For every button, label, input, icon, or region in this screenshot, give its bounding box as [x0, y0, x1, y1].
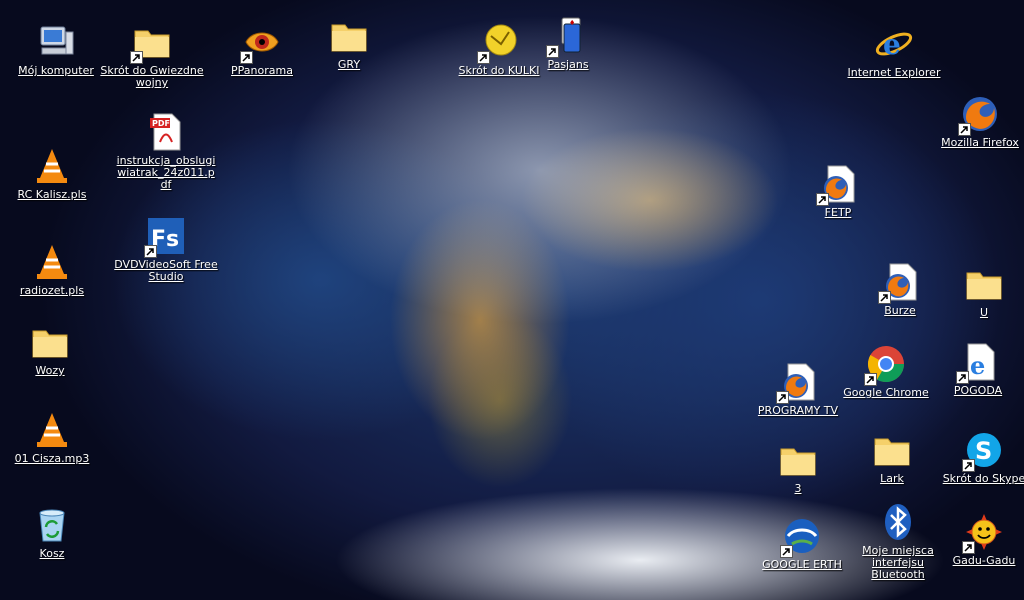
- desktop-icon-dvdvideosoft[interactable]: Fs DVDVideoSoft Free Studio: [114, 216, 218, 283]
- desktop-icon-label: Google Chrome: [843, 386, 929, 399]
- desktop-icon-label: POGODA: [953, 384, 1003, 397]
- computer-icon: [36, 22, 76, 62]
- desktop-icon-gadu-gadu[interactable]: Gadu-Gadu: [932, 512, 1024, 567]
- shortcut-arrow-icon: [816, 193, 829, 206]
- desktop-icon-pdf-instrukcja[interactable]: PDF instrukcja_obslugi wiatrak_24z011.pd…: [114, 112, 218, 191]
- desktop-icon-label: Lark: [880, 472, 904, 485]
- desktop-icon-recycle-bin[interactable]: Kosz: [0, 505, 104, 560]
- shortcut-arrow-icon: [477, 51, 490, 64]
- firefox-document-icon: [816, 164, 858, 206]
- pdf-icon: PDF: [146, 112, 186, 152]
- desktop-icon-fetp[interactable]: FETP: [786, 164, 890, 219]
- desktop-icon-label: Gadu-Gadu: [952, 554, 1016, 567]
- desktop-icon-label: Skrót do Gwiezdne wojny: [100, 64, 204, 89]
- recycle-bin-icon: [32, 505, 72, 545]
- desktop-icon-skype-shortcut[interactable]: S Skrót do Skype: [932, 430, 1024, 485]
- desktop-icon-pasjans[interactable]: ♦ Pasjans: [516, 16, 620, 71]
- fs-app-icon: Fs: [144, 216, 186, 258]
- desktop-icon-label: radiozet.pls: [19, 284, 85, 297]
- folder-icon: [778, 440, 818, 480]
- shortcut-arrow-icon: [240, 51, 253, 64]
- desktop-icon-wozy-folder[interactable]: Wozy: [0, 322, 102, 377]
- shortcut-arrow-icon: [144, 245, 157, 258]
- desktop-icon-label: Kosz: [39, 547, 65, 560]
- shortcut-arrow-icon: [958, 123, 971, 136]
- skype-icon: S: [962, 430, 1004, 472]
- desktop-icon-lark-folder[interactable]: Lark: [840, 430, 944, 485]
- desktop-icon-label: Pasjans: [547, 58, 589, 71]
- svg-text:PDF: PDF: [152, 119, 170, 128]
- svg-text:e: e: [883, 28, 901, 61]
- desktop-icon-pogoda[interactable]: e POGODA: [926, 342, 1024, 397]
- shortcut-arrow-icon: [130, 51, 143, 64]
- desktop-icon-firefox[interactable]: Mozilla Firefox: [928, 94, 1024, 149]
- google-earth-icon: [780, 516, 822, 558]
- desktop-icon-folder-3[interactable]: 3: [746, 440, 850, 495]
- desktop-icon-label: Internet Explorer: [847, 66, 941, 79]
- bluetooth-icon: [878, 502, 918, 542]
- desktop-icon-u-folder[interactable]: U: [932, 264, 1024, 319]
- panorama-icon: [240, 22, 282, 64]
- desktop-icon-label: U: [979, 306, 989, 319]
- svg-text:S: S: [975, 437, 992, 465]
- desktop-icon-internet-explorer[interactable]: e Internet Explorer: [842, 24, 946, 79]
- desktop-icon-label: 3: [794, 482, 802, 495]
- desktop-icon-radiozet[interactable]: radiozet.pls: [0, 242, 104, 297]
- desktop-icon-gry-folder[interactable]: GRY: [297, 16, 401, 71]
- firefox-icon: [958, 94, 1000, 136]
- folder-icon: [964, 264, 1004, 304]
- desktop-icon-label: Burze: [884, 304, 916, 317]
- desktop-icon-label: DVDVideoSoft Free Studio: [114, 258, 218, 283]
- desktop-icon-label: GRY: [337, 58, 361, 71]
- desktop-icon-cisza-mp3[interactable]: 01 Cisza.mp3: [0, 410, 104, 465]
- desktop-icon-rc-kalisz[interactable]: RC Kalisz.pls: [0, 146, 104, 201]
- desktop-icon-label: RC Kalisz.pls: [17, 188, 87, 201]
- vlc-icon: [32, 242, 72, 282]
- firefox-document-icon: [878, 262, 920, 304]
- gadu-gadu-icon: [962, 512, 1004, 554]
- firefox-document-icon: [776, 362, 818, 404]
- desktop-icon-label: PPanorama: [231, 64, 293, 77]
- desktop-icon-google-chrome[interactable]: Google Chrome: [834, 344, 938, 399]
- desktop-icon-my-computer[interactable]: Mój komputer: [4, 22, 108, 77]
- desktop-icon-google-earth[interactable]: GOOGLE ERTH: [750, 516, 854, 571]
- desktop-icon-star-wars-shortcut[interactable]: Skrót do Gwiezdne wojny: [100, 22, 204, 89]
- desktop-icon-label: 01 Cisza.mp3: [14, 452, 90, 465]
- shortcut-arrow-icon: [956, 371, 969, 384]
- vlc-icon: [32, 410, 72, 450]
- desktop-icon-label: GOOGLE ERTH: [762, 558, 842, 571]
- desktop-icon-label: Mozilla Firefox: [941, 136, 1019, 149]
- internet-explorer-icon: e: [874, 24, 914, 64]
- desktop-icon-label: instrukcja_obslugi wiatrak_24z011.pdf: [116, 154, 216, 191]
- shortcut-arrow-icon: [962, 541, 975, 554]
- cards-icon: ♦: [546, 16, 588, 58]
- shortcut-arrow-icon: [780, 545, 793, 558]
- game-ball-icon: [477, 22, 519, 64]
- desktop-icon-label: FETP: [824, 206, 852, 219]
- desktop-icon-label: PROGRAMY TV: [757, 404, 839, 417]
- shortcut-arrow-icon: [962, 459, 975, 472]
- chrome-icon: [864, 344, 906, 386]
- svg-text:e: e: [970, 351, 985, 380]
- desktop-icon-label: Skrót do Skype: [942, 472, 1024, 485]
- vlc-icon: [32, 146, 72, 186]
- shortcut-arrow-icon: [864, 373, 877, 386]
- folder-icon: [130, 22, 172, 64]
- svg-text:♦: ♦: [569, 19, 575, 27]
- shortcut-arrow-icon: [776, 391, 789, 404]
- shortcut-arrow-icon: [878, 291, 891, 304]
- folder-icon: [30, 322, 70, 362]
- ie-document-icon: e: [956, 342, 998, 384]
- shortcut-arrow-icon: [546, 45, 559, 58]
- folder-icon: [872, 430, 912, 470]
- folder-icon: [329, 16, 369, 56]
- desktop-icon-label: Mój komputer: [18, 64, 94, 77]
- desktop-icon-label: Wozy: [35, 364, 65, 377]
